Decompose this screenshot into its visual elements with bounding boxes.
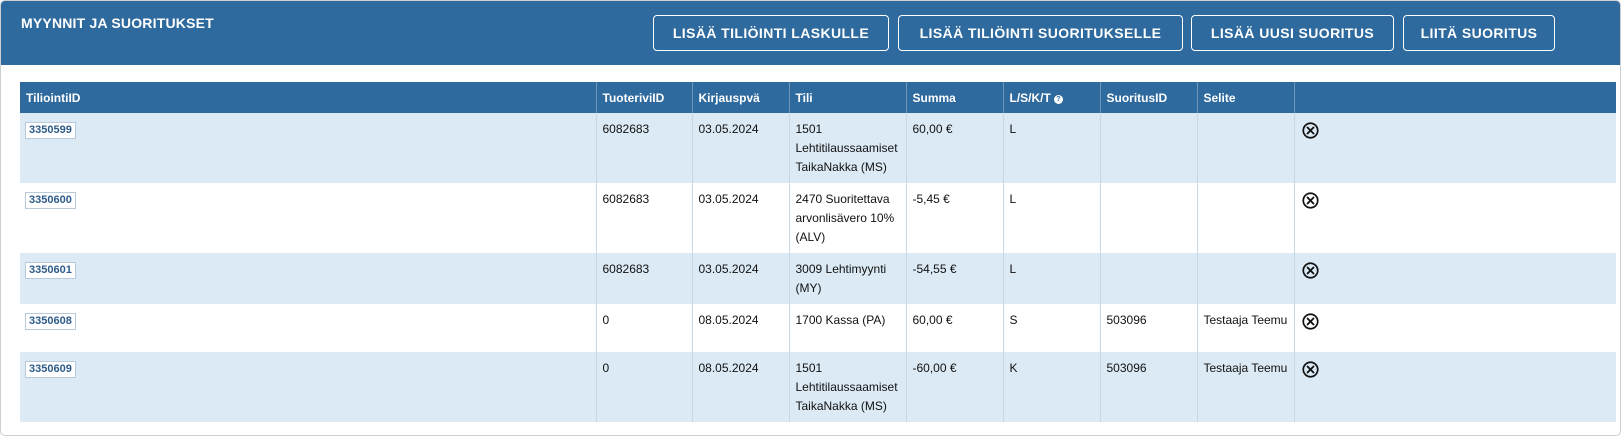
cell-selite: Testaaja Teemu bbox=[1197, 352, 1295, 422]
cell-lskt: L bbox=[1003, 253, 1101, 304]
posting-id-link[interactable]: 3350608 bbox=[25, 313, 76, 330]
cell-suoritus-id bbox=[1100, 253, 1198, 304]
cell-lskt: L bbox=[1003, 113, 1101, 183]
cell-actions bbox=[1294, 253, 1616, 304]
column-header-lskt[interactable]: L/S/K/T? bbox=[1003, 82, 1101, 113]
sales-and-payments-panel: MYYNNIT JA SUORITUKSET LISÄÄ TILIÖINTI L… bbox=[0, 0, 1621, 436]
cell-selite bbox=[1197, 253, 1295, 304]
column-header-lskt-label: L/S/K/T bbox=[1009, 90, 1051, 105]
cell-kirjauspva: 03.05.2024 bbox=[692, 113, 790, 183]
cell-summa: -54,55 € bbox=[906, 253, 1004, 304]
column-header-selite[interactable]: Selite bbox=[1197, 82, 1295, 113]
add-payment-posting-button[interactable]: LISÄÄ TILIÖINTI SUORITUKSELLE bbox=[898, 15, 1183, 51]
posting-id-link[interactable]: 3350599 bbox=[25, 122, 76, 139]
posting-id-link[interactable]: 3350609 bbox=[25, 361, 76, 378]
cell-actions bbox=[1294, 183, 1616, 253]
cell-tili: 1501 Lehtitilaussaamiset TaikaNakka (MS) bbox=[789, 352, 907, 422]
cell-summa: 60,00 € bbox=[906, 113, 1004, 183]
table-row: 3350609 0 08.05.2024 1501 Lehtitilaussaa… bbox=[20, 352, 1616, 422]
cell-tili: 3009 Lehtimyynti (MY) bbox=[789, 253, 907, 304]
cell-kirjauspva: 08.05.2024 bbox=[692, 304, 790, 352]
cell-actions bbox=[1294, 113, 1616, 183]
cell-selite: Testaaja Teemu bbox=[1197, 304, 1295, 352]
cell-kirjauspva: 08.05.2024 bbox=[692, 352, 790, 422]
close-circle-icon[interactable] bbox=[1301, 361, 1319, 378]
column-header-summa[interactable]: Summa bbox=[906, 82, 1004, 113]
cell-selite bbox=[1197, 113, 1295, 183]
cell-selite bbox=[1197, 183, 1295, 253]
table-row: 3350599 6082683 03.05.2024 1501 Lehtitil… bbox=[20, 113, 1616, 183]
column-header-kirjauspva[interactable]: Kirjauspvä bbox=[692, 82, 790, 113]
posting-id-link[interactable]: 3350601 bbox=[25, 262, 76, 279]
cell-tuoterivi-id: 6082683 bbox=[596, 113, 693, 183]
cell-suoritus-id bbox=[1100, 113, 1198, 183]
table-header-row: TiliointiID TuoteriviID Kirjauspvä Tili … bbox=[20, 82, 1616, 113]
cell-tiliointi-id: 3350608 bbox=[20, 304, 597, 352]
column-header-tili[interactable]: Tili bbox=[789, 82, 907, 113]
postings-table: TiliointiID TuoteriviID Kirjauspvä Tili … bbox=[20, 82, 1616, 422]
panel-header: MYYNNIT JA SUORITUKSET LISÄÄ TILIÖINTI L… bbox=[1, 1, 1620, 65]
cell-actions bbox=[1294, 352, 1616, 422]
cell-kirjauspva: 03.05.2024 bbox=[692, 183, 790, 253]
cell-tiliointi-id: 3350599 bbox=[20, 113, 597, 183]
cell-tiliointi-id: 3350600 bbox=[20, 183, 597, 253]
cell-suoritus-id bbox=[1100, 183, 1198, 253]
cell-lskt: S bbox=[1003, 304, 1101, 352]
close-circle-icon[interactable] bbox=[1301, 192, 1319, 209]
cell-lskt: L bbox=[1003, 183, 1101, 253]
cell-suoritus-id: 503096 bbox=[1100, 352, 1198, 422]
add-new-payment-button[interactable]: LISÄÄ UUSI SUORITUS bbox=[1191, 15, 1394, 51]
close-circle-icon[interactable] bbox=[1301, 262, 1319, 279]
cell-actions bbox=[1294, 304, 1616, 352]
close-circle-icon[interactable] bbox=[1301, 122, 1319, 139]
column-header-tiliointi-id[interactable]: TiliointiID bbox=[20, 82, 597, 113]
posting-id-link[interactable]: 3350600 bbox=[25, 192, 76, 209]
table-row: 3350601 6082683 03.05.2024 3009 Lehtimyy… bbox=[20, 253, 1616, 304]
close-circle-icon[interactable] bbox=[1301, 313, 1319, 330]
cell-tiliointi-id: 3350609 bbox=[20, 352, 597, 422]
column-header-actions bbox=[1294, 82, 1616, 113]
cell-tuoterivi-id: 6082683 bbox=[596, 253, 693, 304]
cell-tuoterivi-id: 6082683 bbox=[596, 183, 693, 253]
cell-tuoterivi-id: 0 bbox=[596, 352, 693, 422]
column-header-tuoterivi-id[interactable]: TuoteriviID bbox=[596, 82, 693, 113]
cell-summa: -60,00 € bbox=[906, 352, 1004, 422]
cell-suoritus-id: 503096 bbox=[1100, 304, 1198, 352]
add-invoice-posting-button[interactable]: LISÄÄ TILIÖINTI LASKULLE bbox=[653, 15, 889, 51]
cell-tili: 1700 Kassa (PA) bbox=[789, 304, 907, 352]
cell-tili: 2470 Suoritettava arvonlisävero 10% (ALV… bbox=[789, 183, 907, 253]
cell-kirjauspva: 03.05.2024 bbox=[692, 253, 790, 304]
cell-summa: -5,45 € bbox=[906, 183, 1004, 253]
help-icon[interactable]: ? bbox=[1053, 94, 1063, 104]
cell-summa: 60,00 € bbox=[906, 304, 1004, 352]
cell-tuoterivi-id: 0 bbox=[596, 304, 693, 352]
column-header-suoritus-id[interactable]: SuoritusID bbox=[1100, 82, 1198, 113]
panel-title: MYYNNIT JA SUORITUKSET bbox=[21, 15, 214, 31]
table-row: 3350600 6082683 03.05.2024 2470 Suoritet… bbox=[20, 183, 1616, 253]
cell-tili: 1501 Lehtitilaussaamiset TaikaNakka (MS) bbox=[789, 113, 907, 183]
cell-tiliointi-id: 3350601 bbox=[20, 253, 597, 304]
cell-lskt: K bbox=[1003, 352, 1101, 422]
attach-payment-button[interactable]: LIITÄ SUORITUS bbox=[1403, 15, 1555, 51]
table-row: 3350608 0 08.05.2024 1700 Kassa (PA) 60,… bbox=[20, 304, 1616, 352]
